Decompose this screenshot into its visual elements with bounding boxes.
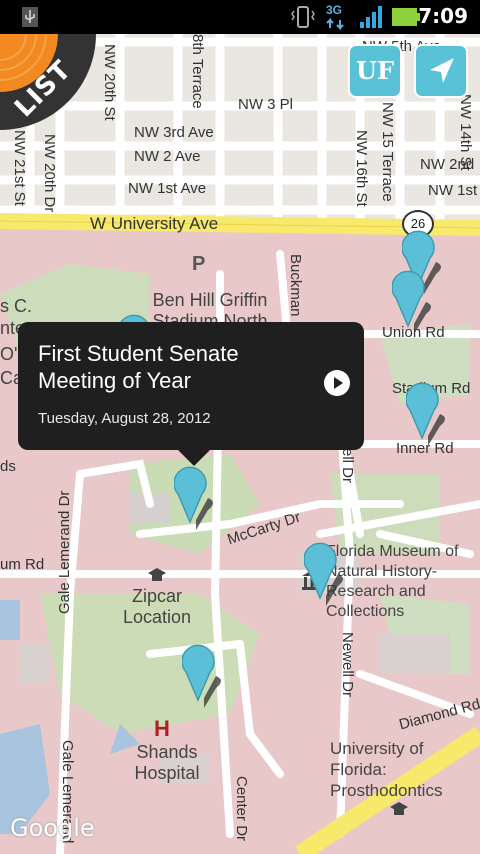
event-pin[interactable]: [392, 264, 436, 334]
event-title: First Student Senate Meeting of Year: [38, 341, 239, 393]
usb-icon: [22, 7, 38, 27]
street-label: Gale Lemerand Dr: [56, 490, 73, 614]
event-details-button[interactable]: [324, 370, 350, 396]
street-label: NW 3 Pl: [238, 96, 294, 113]
street-label: NW 2nd: [420, 156, 475, 173]
event-pin[interactable]: [406, 376, 450, 446]
my-location-button[interactable]: [414, 44, 468, 98]
street-label: NW 20th Dr: [41, 134, 58, 213]
street-label: NW 16th St: [353, 130, 370, 207]
hospital-icon: H: [154, 716, 170, 741]
street-label: NW 1st: [428, 182, 478, 199]
event-pin[interactable]: [182, 638, 226, 708]
uf-label: UF: [356, 56, 394, 85]
network-activity-icon: [326, 18, 344, 30]
network-type: 3G: [326, 3, 343, 17]
map-view[interactable]: NW 5th Ave NW 20th St 8th Terrace NW 3 P…: [0, 34, 480, 854]
info-window-tail: [178, 450, 210, 466]
place-label-shands: Shands Hospital: [134, 742, 200, 783]
vibrate-icon: [291, 6, 315, 28]
street-label: W University Ave: [90, 214, 219, 233]
street-label: NW 2 Ave: [134, 148, 201, 165]
event-pin[interactable]: [304, 536, 348, 606]
clock: 7:09: [418, 4, 468, 28]
navigation-arrow-icon: [430, 58, 454, 83]
street-label: NW 15 Terrace: [379, 102, 396, 202]
place-label: s C.: [0, 296, 33, 316]
battery-icon: [392, 8, 420, 26]
education-icon: [148, 568, 166, 581]
uf-button[interactable]: UF: [348, 44, 402, 98]
street-label: NW 21st St: [11, 130, 28, 206]
place-label-prosthodontics: University of Florida: Prosthodontics: [330, 739, 443, 800]
street-label: Center Dr: [233, 776, 250, 842]
event-date: Tuesday, August 28, 2012: [38, 410, 211, 427]
street-label: NW 1st Ave: [128, 180, 207, 197]
street-label: NW 3rd Ave: [134, 124, 214, 141]
signal-icon: [360, 6, 382, 28]
status-bar: 3G 7:09: [0, 0, 480, 34]
place-label-museum: Florida Museum of Natural History-Resear…: [326, 543, 459, 620]
street-label: um Rd: [0, 556, 45, 573]
parking-icon: P: [192, 253, 206, 275]
street-label: NW 20th St: [101, 44, 118, 121]
event-pin-selected[interactable]: [174, 460, 218, 530]
google-logo: Google: [10, 814, 95, 842]
event-info-window[interactable]: First Student Senate Meeting of Year Tue…: [18, 322, 364, 466]
place-label-zipcar: Zipcar Location: [122, 586, 192, 627]
play-arrow-icon: [334, 377, 343, 389]
street-label: ds: [0, 458, 16, 475]
list-button[interactable]: LIST: [0, 34, 100, 134]
street-label: Newell Dr: [339, 632, 356, 698]
street-label: 8th Terrace: [189, 34, 206, 109]
education-icon: [390, 802, 408, 815]
